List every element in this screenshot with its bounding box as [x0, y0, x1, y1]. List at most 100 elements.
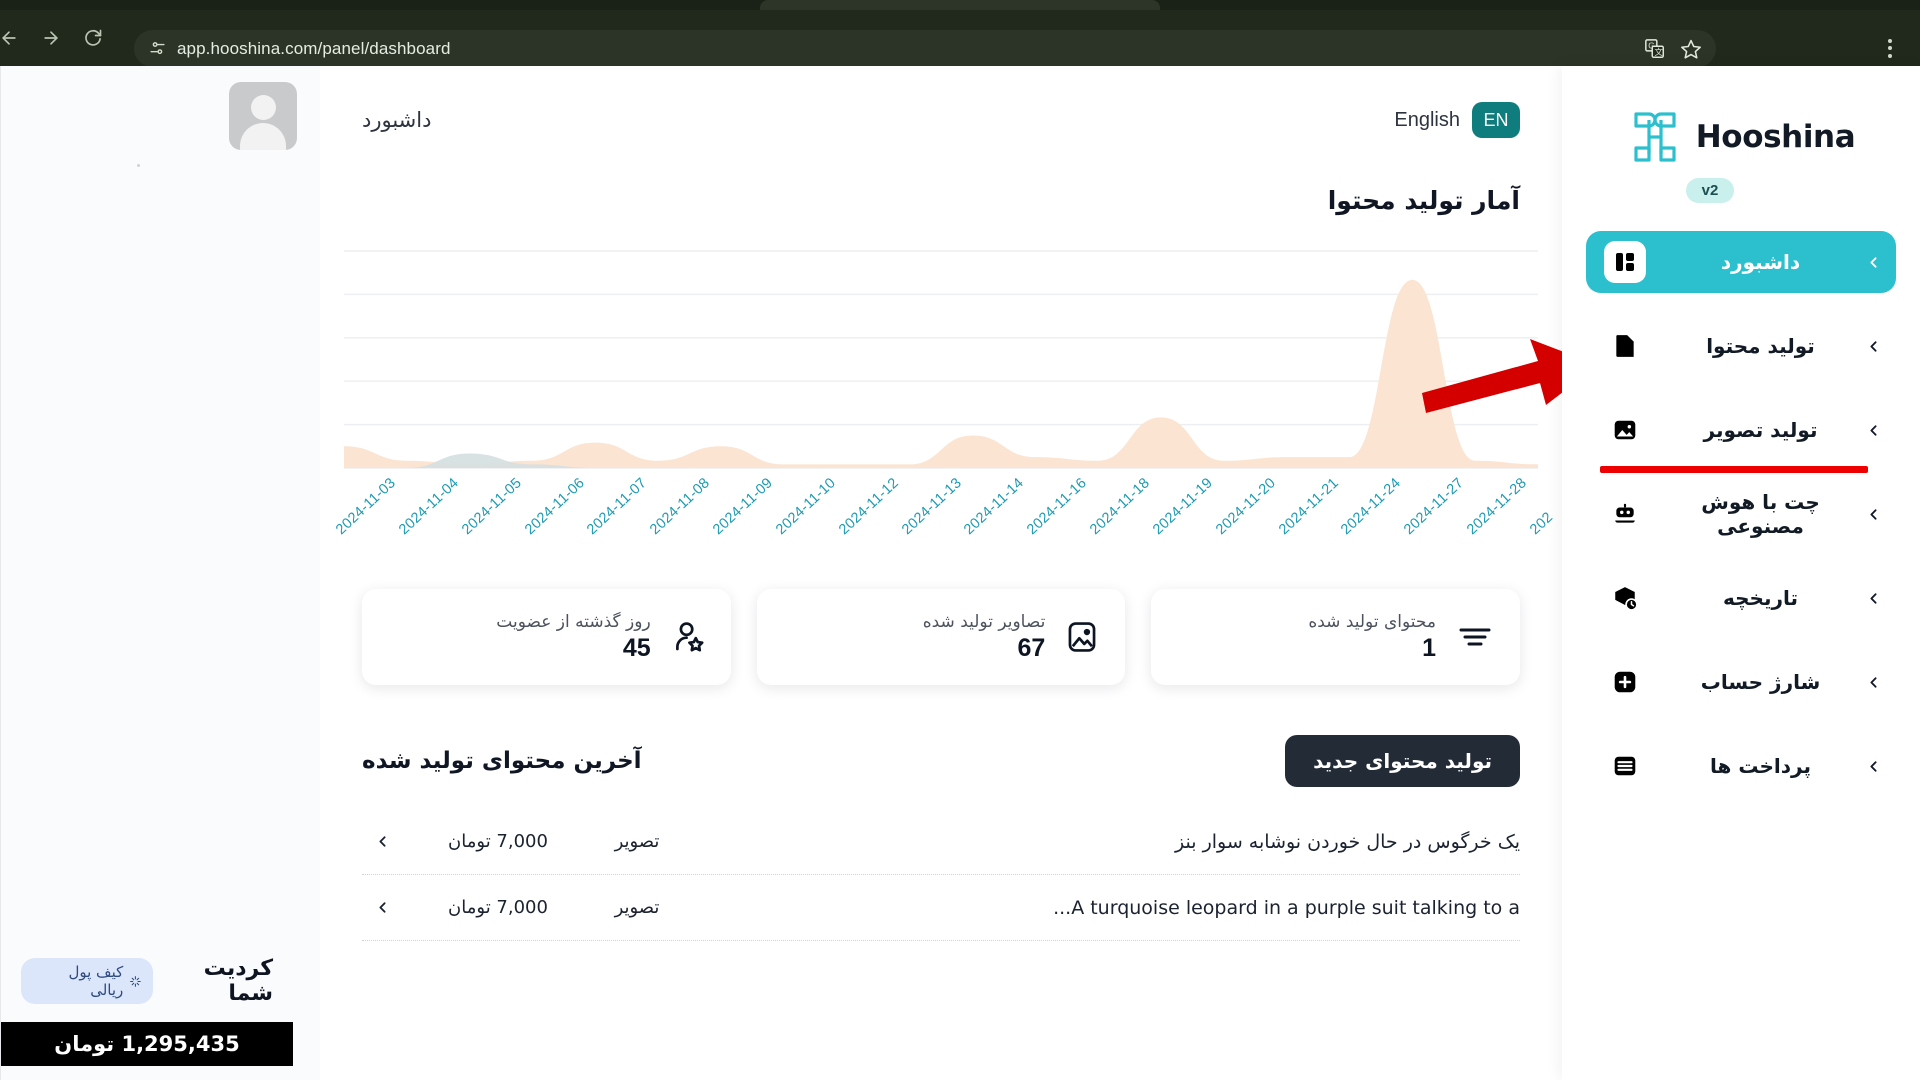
credit-amount: 1,295,435 تومان: [54, 1032, 240, 1056]
chevron-left-icon: [1865, 590, 1882, 607]
content-row-title: A turquoise leopard in a purple suit tal…: [1053, 896, 1520, 919]
language-label: English: [1394, 108, 1460, 131]
stat-card-3: روز گذشته از عضویت 45: [361, 589, 731, 685]
dashboard-icon: [1604, 241, 1646, 283]
chevron-left-icon[interactable]: [362, 899, 402, 916]
chart-x-tick: 2024-11-24: [1338, 475, 1405, 538]
chevron-left-icon: [1865, 674, 1882, 691]
red-arrow-annotation: [1420, 321, 1562, 425]
chart-x-tick: 2024-11-12: [835, 475, 902, 538]
sidebar-item-label: تولید محتوا: [1706, 334, 1815, 358]
content-row-price: 7,000 تومان: [448, 831, 548, 852]
sidebar-nav: داشبورد تولید محتوا تولید تصویر چت با هوش م…: [1562, 231, 1920, 797]
content-row[interactable]: A turquoise leopard in a purple suit tal…: [362, 875, 1520, 941]
menu-dot: [1888, 46, 1892, 50]
sidebar-item-label: شارژ حساب: [1700, 670, 1821, 694]
stat-value: 45: [622, 633, 651, 662]
content-row-type: تصویر: [614, 831, 660, 852]
browser-tab[interactable]: [760, 0, 1160, 10]
chart-x-tick: 2024-11-14: [961, 475, 1028, 538]
url-text: app.hooshina.com/panel/dashboard: [177, 38, 451, 58]
avatar[interactable]: [229, 82, 297, 150]
credit-amount-bar: 1,295,435 تومان: [1, 1022, 293, 1066]
forward-button[interactable]: [34, 21, 68, 55]
browser-chrome: app.hooshina.com/panel/dashboard G文: [0, 0, 1920, 67]
chart-x-tick: 2024-11-18: [1087, 475, 1154, 538]
translate-icon[interactable]: G文: [1644, 38, 1666, 60]
chart-x-tick: 2024-11-07: [584, 475, 651, 538]
menu-dot: [1888, 38, 1892, 43]
chart-x-tick: 2024-11-05: [458, 475, 525, 538]
chart-section-title: آمار تولید محتوا: [1327, 186, 1520, 215]
stat-value: 1: [1422, 633, 1436, 662]
chevron-left-icon: [1865, 506, 1882, 523]
hooshina-logo-icon: [1627, 108, 1683, 166]
avatar-body-shape: [240, 123, 286, 150]
address-bar[interactable]: app.hooshina.com/panel/dashboard G文: [134, 30, 1716, 67]
main-header: English EN داشبورد: [320, 66, 1562, 138]
chevron-left-icon[interactable]: [362, 833, 402, 850]
sidebar-item-1[interactable]: داشبورد: [1586, 231, 1896, 293]
stat-card-2: تصاویر تولید شده 67: [756, 589, 1126, 685]
language-badge[interactable]: EN: [1472, 102, 1520, 138]
menu-dot: [1888, 53, 1892, 58]
chart-x-tick: 2024-11-10: [772, 475, 839, 538]
chart-x-tick: 2024-11-21: [1275, 475, 1342, 538]
sidebar-item-label: پرداخت ها: [1710, 754, 1811, 778]
main-content: English EN داشبورد آمار تولید محتوا 2024…: [320, 66, 1562, 1080]
sidebar-item-5[interactable]: تاریخچه: [1586, 567, 1896, 629]
sidebar-item-7[interactable]: پرداخت ها: [1586, 735, 1896, 797]
stat-label: محتوای تولید شده: [1308, 612, 1436, 633]
sidebar-item-label: تولید تصویر: [1703, 418, 1818, 442]
history-icon: [1604, 577, 1646, 619]
app-sidebar: Hooshina v2 داشبورد تولید محتوا تولید تصوی…: [1562, 66, 1920, 1080]
chevron-left-icon: [1865, 338, 1882, 355]
language-toggle[interactable]: English EN: [1394, 102, 1520, 138]
chart-x-tick: 2024-11-04: [395, 475, 462, 538]
chevron-left-icon: [1865, 422, 1882, 439]
latest-content-list: یک خرگوس در حال خوردن نوشابه سوار بنز تصو…: [320, 787, 1562, 941]
back-button[interactable]: [0, 21, 26, 55]
sidebar-item-3[interactable]: تولید تصویر: [1586, 399, 1896, 473]
chart-x-tick: 2024-11-28: [1464, 475, 1531, 538]
sparkle-icon: [130, 975, 141, 987]
app-page: کردیت شما کیف پول ریالی 1,295,435 تومان …: [0, 66, 1920, 1080]
chart-x-axis-labels: 2024-11-03 2024-11-04 2024-11-05 2024-11-06…: [332, 428, 1556, 538]
sidebar-item-2[interactable]: تولید محتوا: [1586, 315, 1896, 377]
chart-x-tick: 2024-11-09: [710, 475, 776, 538]
left-panel: کردیت شما کیف پول ریالی 1,295,435 تومان: [0, 66, 322, 1080]
chart-x-tick: 2024-11-19: [1150, 475, 1216, 538]
content-row[interactable]: یک خرگوس در حال خوردن نوشابه سوار بنز تصو…: [362, 809, 1520, 875]
sidebar-item-6[interactable]: شارژ حساب: [1586, 651, 1896, 713]
chart-x-tick: 2024-11-20: [1212, 475, 1279, 538]
browser-menu-button[interactable]: [1874, 32, 1906, 64]
content-row-price: 7,000 تومان: [448, 897, 548, 918]
brand: Hooshina: [1562, 66, 1920, 166]
sidebar-item-4[interactable]: چت با هوش مصنوعی: [1586, 483, 1896, 545]
chart-x-tick: 2024-11-27: [1401, 475, 1468, 538]
document-icon: [1604, 325, 1646, 367]
svg-text:文: 文: [1655, 46, 1663, 56]
tab-strip: [0, 0, 1920, 10]
content-row-type: تصویر: [614, 897, 660, 918]
sidebar-item-label: داشبورد: [1720, 250, 1801, 274]
chart-x-tick: 2024-11-16: [1024, 475, 1091, 538]
plus-icon: [1604, 661, 1646, 703]
lines-icon: [1456, 622, 1494, 652]
browser-toolbar: app.hooshina.com/panel/dashboard G文: [0, 10, 1920, 67]
stat-cards: محتوای تولید شده 1 تصاویر تولید شده 67 روز گ…: [320, 543, 1562, 685]
image-icon: [1604, 409, 1646, 451]
chart-x-tick: 2024-11-08: [647, 475, 714, 538]
wallet-badge[interactable]: کیف پول ریالی: [21, 958, 154, 1004]
avatar-head-shape: [250, 95, 276, 120]
credit-header: کردیت شما کیف پول ریالی: [21, 956, 273, 1006]
stat-label: روز گذشته از عضویت: [496, 612, 651, 633]
sidebar-item-label: تاریخچه: [1723, 586, 1798, 610]
reload-button[interactable]: [76, 21, 110, 55]
chart-x-tick: 202: [1527, 509, 1557, 538]
site-settings-icon[interactable]: [143, 35, 171, 63]
new-content-button[interactable]: تولید محتوای جدید: [1285, 735, 1520, 787]
stat-value: 67: [1017, 633, 1046, 662]
bookmark-star-icon[interactable]: [1680, 38, 1702, 60]
brand-name: Hooshina: [1695, 119, 1856, 155]
